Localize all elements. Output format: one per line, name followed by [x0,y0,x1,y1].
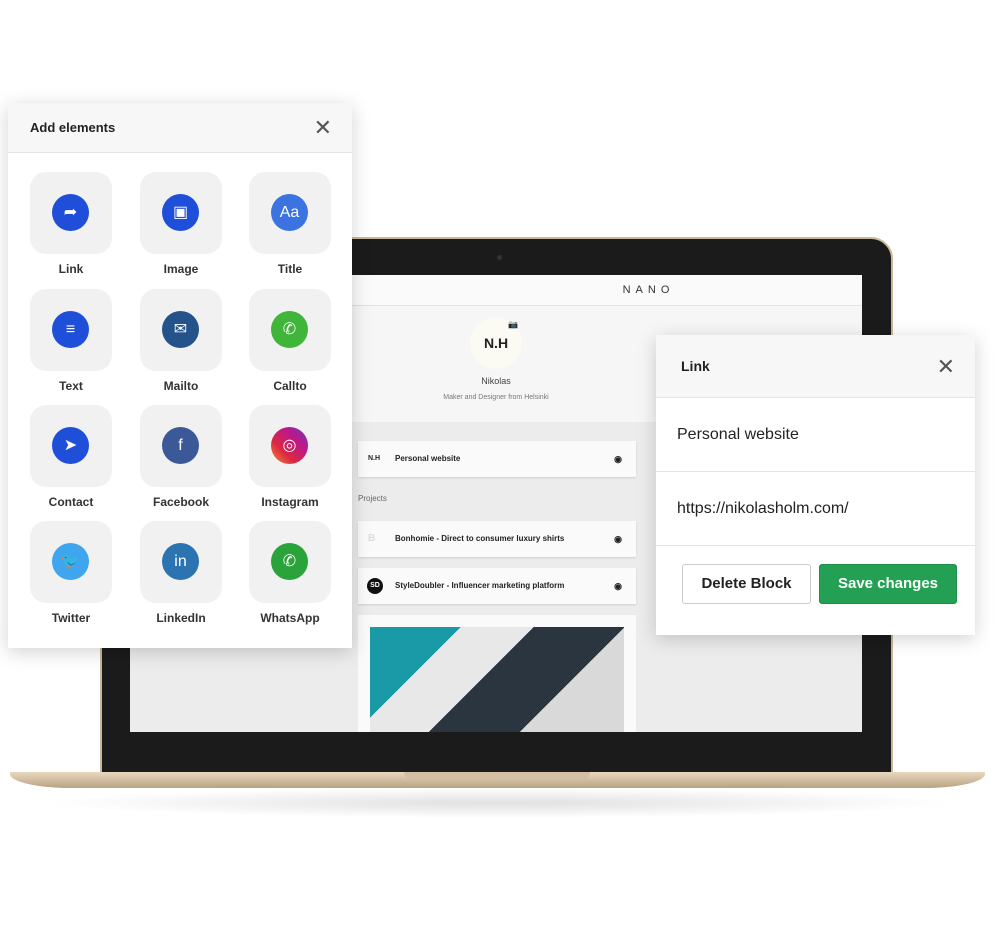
panel-title: Link [681,358,710,374]
image-card[interactable] [358,615,636,732]
image-icon: ▣ [162,194,199,231]
project-image [370,627,624,732]
link-url-input[interactable]: https://nikolasholm.com/ [656,472,975,546]
card-label: Bonhomie - Direct to consumer luxury shi… [395,534,565,543]
element-label: Text [59,379,83,393]
instagram-icon: ◎ [271,427,308,464]
card-logo: SD [367,578,383,594]
share-arrow-icon: ➦ [52,194,89,231]
camera [497,255,502,260]
card-personal-website[interactable]: N.H Personal website ◉ [358,441,636,477]
card-label: StyleDoubler - Influencer marketing plat… [395,581,565,590]
element-tile-link[interactable]: ➦ [30,172,112,254]
section-title: Projects [358,494,387,503]
element-tile-instagram[interactable]: ◎ [249,405,331,487]
element-label: Callto [273,379,307,393]
camera-icon[interactable]: 📷 [508,320,518,329]
add-elements-panel: Add elements ✕ ➦ Link ▣ Image Aa Title ≡ Text ✉ Ma… [8,103,352,648]
whatsapp-icon: ✆ [271,543,308,580]
element-tile-whatsapp[interactable]: ✆ [249,521,331,603]
panel-title: Add elements [30,120,116,135]
card-styledoubler[interactable]: SD StyleDoubler - Influencer marketing pl… [358,568,636,604]
element-label: Mailto [163,379,199,393]
element-label: Image [163,262,199,276]
element-label: Link [58,262,84,276]
element-tile-twitter[interactable]: 🐦 [30,521,112,603]
element-label: Contact [48,495,94,509]
element-tile-contact[interactable]: ➤ [30,405,112,487]
element-label: LinkedIn [156,611,206,625]
eye-hidden-icon[interactable]: ◉ [614,568,622,604]
panel-header: Add elements ✕ [8,103,352,153]
phone-icon: ✆ [271,311,308,348]
save-changes-button[interactable]: Save changes [819,564,957,604]
text-aa-icon: Aa [271,194,308,231]
element-label: Twitter [51,611,91,625]
linkedin-icon: in [162,543,199,580]
close-icon[interactable]: ✕ [314,103,332,153]
facebook-icon: f [162,427,199,464]
eye-hidden-icon[interactable]: ◉ [614,441,622,477]
element-label: Facebook [152,495,209,509]
card-bonhomie[interactable]: B Bonhomie - Direct to consumer luxury sh… [358,521,636,557]
link-panel: Link ✕ Personal website https://nikolasho… [656,335,975,635]
element-tile-text[interactable]: ≡ [30,289,112,371]
element-tile-callto[interactable]: ✆ [249,289,331,371]
delete-block-button[interactable]: Delete Block [682,564,811,604]
laptop-notch [404,772,590,780]
element-label: WhatsApp [260,611,320,625]
text-lines-icon: ≡ [52,311,89,348]
element-tile-mailto[interactable]: ✉ [140,289,222,371]
element-tile-facebook[interactable]: f [140,405,222,487]
element-tile-title[interactable]: Aa [249,172,331,254]
panel-header: Link ✕ [656,335,975,398]
element-tile-image[interactable]: ▣ [140,172,222,254]
card-label: Personal website [395,454,461,463]
card-logo: B [368,533,376,544]
laptop-shadow [40,788,960,818]
element-tile-linkedin[interactable]: in [140,521,222,603]
link-label-input[interactable]: Personal website [656,398,975,472]
element-label: Instagram [261,495,319,509]
send-icon: ➤ [52,427,89,464]
element-label: Title [277,262,303,276]
card-logo: N.H [368,455,381,462]
envelope-icon: ✉ [162,311,199,348]
twitter-icon: 🐦 [52,543,89,580]
close-icon[interactable]: ✕ [937,335,955,398]
eye-hidden-icon[interactable]: ◉ [614,521,622,557]
